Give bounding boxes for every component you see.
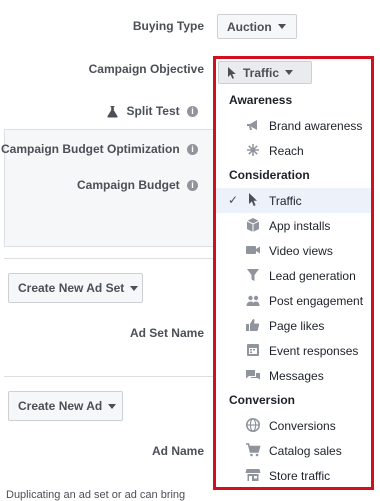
cursor-icon (227, 66, 237, 80)
flask-icon (107, 106, 118, 118)
objective-page-likes[interactable]: Page likes (216, 313, 371, 338)
create-ad-label: Create New Ad (18, 399, 103, 413)
objective-lead-generation[interactable]: Lead generation (216, 263, 371, 288)
split-test-label: Split Test (126, 104, 180, 118)
ad-set-name-label: Ad Set Name (129, 326, 204, 340)
item-label: Conversions (269, 419, 336, 433)
section-consideration: Consideration (229, 168, 310, 182)
buying-type-label: Buying Type (132, 19, 204, 33)
item-label: Video views (269, 244, 333, 258)
chat-bubbles-icon (245, 367, 261, 383)
selected-objective: Traffic (243, 65, 280, 80)
buying-type-dropdown[interactable]: Auction (217, 14, 297, 39)
info-icon[interactable]: i (187, 180, 198, 192)
store-icon (245, 467, 261, 483)
asterisk-icon (245, 142, 261, 158)
calendar-icon (245, 342, 261, 358)
create-new-ad-button[interactable]: Create New Ad (8, 391, 123, 421)
item-label: Messages (269, 369, 324, 383)
chevron-down-icon (108, 403, 117, 409)
split-test-row: Split Test i (107, 104, 198, 118)
create-new-ad-set-button[interactable]: Create New Ad Set (8, 273, 143, 303)
divider (4, 376, 214, 377)
section-awareness: Awareness (229, 93, 293, 107)
campaign-budget-label: Campaign Budget (76, 178, 180, 192)
info-icon[interactable]: i (187, 106, 198, 118)
box-icon (245, 217, 261, 233)
item-label: Page likes (269, 319, 325, 333)
checkmark-icon: ✓ (228, 193, 239, 207)
campaign-objective-menu[interactable]: Traffic Awareness Brand awareness Reach … (213, 56, 374, 490)
section-conversion: Conversion (229, 393, 296, 407)
item-label: Traffic (269, 194, 302, 208)
cbo-label: Campaign Budget Optimization (0, 142, 180, 156)
buying-type-value: Auction (227, 19, 272, 34)
divider (4, 258, 214, 259)
chevron-down-icon (130, 285, 139, 291)
cart-icon (245, 442, 261, 458)
create-ad-set-label: Create New Ad Set (18, 281, 125, 295)
objective-brand-awareness[interactable]: Brand awareness (216, 113, 371, 138)
objective-store-traffic[interactable]: Store traffic (216, 463, 371, 487)
duplicating-note: Duplicating an ad set or ad can bring (6, 489, 186, 501)
objective-traffic[interactable]: ✓ Traffic (216, 188, 371, 213)
item-label: Store traffic (269, 469, 331, 483)
objective-video-views[interactable]: Video views (216, 238, 371, 263)
megaphone-icon (245, 117, 261, 133)
item-label: App installs (269, 219, 331, 233)
objective-catalog-sales[interactable]: Catalog sales (216, 438, 371, 463)
objective-list: Awareness Brand awareness Reach Consider… (216, 88, 371, 487)
funnel-icon (245, 267, 261, 283)
item-label: Brand awareness (269, 119, 363, 133)
globe-icon (245, 417, 261, 433)
chevron-down-icon (285, 70, 294, 75)
item-label: Catalog sales (269, 444, 342, 458)
item-label: Event responses (269, 344, 359, 358)
campaign-objective-label: Campaign Objective (88, 62, 204, 76)
cbo-row: Campaign Budget Optimization i (1, 142, 198, 156)
info-icon[interactable]: i (187, 144, 198, 156)
objective-conversions[interactable]: Conversions (216, 413, 371, 438)
chevron-down-icon (277, 24, 286, 29)
item-label: Lead generation (269, 269, 356, 283)
thumbs-up-icon (245, 317, 261, 333)
video-camera-icon (245, 242, 261, 258)
objective-post-engagement[interactable]: Post engagement (216, 288, 371, 313)
objective-app-installs[interactable]: App installs (216, 213, 371, 238)
ad-name-label: Ad Name (151, 444, 204, 458)
people-icon (245, 292, 261, 308)
item-label: Post engagement (269, 294, 364, 308)
campaign-budget-row: Campaign Budget i (77, 178, 198, 192)
campaign-objective-dropdown[interactable]: Traffic (218, 61, 312, 84)
objective-event-responses[interactable]: Event responses (216, 338, 371, 363)
cursor-icon (245, 192, 261, 208)
objective-messages[interactable]: Messages (216, 363, 371, 388)
objective-reach[interactable]: Reach (216, 138, 371, 163)
item-label: Reach (269, 144, 304, 158)
